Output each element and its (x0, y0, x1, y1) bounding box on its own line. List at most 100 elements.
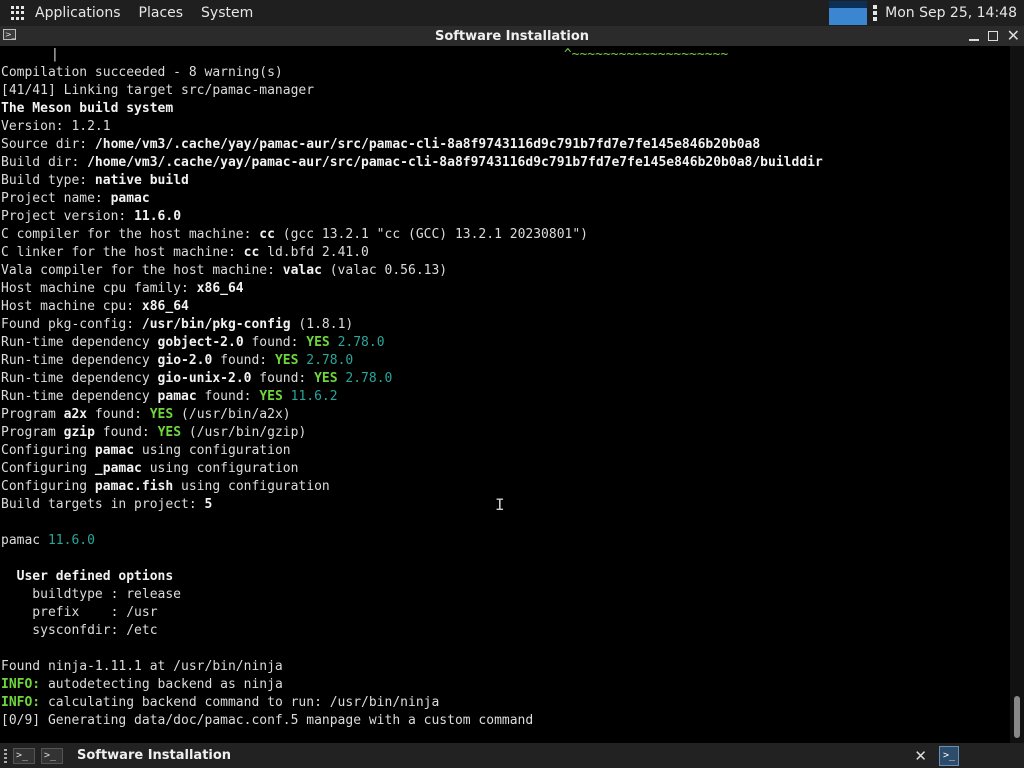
terminal-line: C linker for the host machine: cc ld.bfd… (0, 244, 1010, 262)
terminal-top-line: | ^~~~~~~~~~~~~~~~~~~~~ (0, 46, 1010, 64)
terminal-text: 11.6.0 (134, 209, 182, 224)
terminal-text: using configuration (141, 461, 299, 476)
terminal-line: Vala compiler for the host machine: vala… (0, 262, 1010, 280)
terminal-text: gzip (63, 425, 95, 440)
terminal-text: a2x (63, 407, 88, 422)
terminal-line: [0/9] Generating data/doc/pamac.conf.5 m… (0, 712, 1010, 730)
top-panel: Applications Places System Mon Sep 25, 1… (0, 0, 1024, 26)
terminal-text: Found ninja-1.11.1 at /usr/bin/ninja (1, 659, 283, 674)
terminal-line: Source dir: /home/vm3/.cache/yay/pamac-a… (0, 136, 1010, 154)
terminal-line: Program a2x found: YES (/usr/bin/a2x) (0, 406, 1010, 424)
terminal-text: 5 (204, 497, 213, 512)
terminal-top-marker: | (51, 47, 59, 62)
terminal-output[interactable]: | ^~~~~~~~~~~~~~~~~~~~~ Compilation succe… (0, 46, 1010, 743)
terminal-line: sysconfdir: /etc (0, 622, 1010, 640)
terminal-text: Build type: (1, 173, 95, 188)
overflow-menu-icon[interactable] (873, 5, 878, 21)
terminal-line: Compilation succeeded - 8 warning(s) (0, 64, 1010, 82)
terminal-text: YES (314, 371, 338, 386)
terminal-line: Configuring pamac.fish using configurati… (0, 478, 1010, 496)
text-cursor-icon: I (495, 495, 505, 514)
terminal-text: found: (251, 371, 315, 386)
terminal-text: using configuration (173, 479, 330, 494)
terminal-text: /usr/bin/pkg-config (141, 317, 291, 332)
terminal-text: buildtype : release (1, 587, 182, 602)
taskbar-close-icon[interactable]: ✕ (914, 747, 927, 765)
window-title: Software Installation (434, 28, 590, 44)
menu-places[interactable]: Places (139, 0, 184, 26)
active-terminal-icon[interactable]: >_ (939, 745, 959, 766)
terminal-text: YES (274, 353, 299, 368)
terminal-line: Host machine cpu family: x86_64 (0, 280, 1010, 298)
terminal-line: INFO: calculating backend command to run… (0, 694, 1010, 712)
terminal-text: prefix : /usr (1, 605, 158, 620)
minimize-button[interactable] (968, 39, 979, 41)
terminal-text: gio-unix-2.0 (157, 371, 252, 386)
close-button[interactable]: ✕ (1007, 28, 1020, 44)
taskbar-task-label[interactable]: Software Installation (77, 748, 231, 763)
terminal-task-icon[interactable]: >_ (41, 747, 63, 764)
maximize-button[interactable] (987, 31, 998, 41)
terminal-text: pamac (157, 389, 197, 404)
scrollbar-thumb[interactable] (1014, 696, 1020, 738)
terminal-line: Configuring pamac using configuration (0, 442, 1010, 460)
terminal-text: sysconfdir: /etc (1, 623, 158, 638)
terminal-text: Configuring (1, 461, 95, 476)
terminal-line: prefix : /usr (0, 604, 1010, 622)
terminal-text: Run-time dependency (1, 353, 158, 368)
terminal-text: Run-time dependency (1, 335, 158, 350)
terminal-text: 11.6.0 (47, 533, 95, 548)
terminal-text: Build targets in project: (1, 497, 205, 512)
terminal-text: native build (94, 173, 189, 188)
terminal-text: /home/vm3/.cache/yay/pamac-aur/src/pamac… (94, 137, 761, 152)
clock[interactable]: Mon Sep 25, 14:48 (885, 5, 1017, 21)
terminal-text: C compiler for the host machine: (1, 227, 260, 242)
taskbar-handle-icon[interactable] (4, 748, 7, 763)
menu-system[interactable]: System (201, 0, 253, 26)
terminal-line: pamac 11.6.0 (0, 532, 1010, 550)
terminal-text: Project version: (1, 209, 135, 224)
terminal-text: (1.8.1) (290, 317, 354, 332)
menu-applications[interactable]: Applications (35, 0, 121, 26)
terminal-text: [0/9] Generating data/doc/pamac.conf.5 m… (1, 713, 534, 728)
terminal-text: found: (94, 425, 158, 440)
terminal-icon[interactable]: >_ (3, 29, 16, 40)
terminal-text: found: (196, 389, 260, 404)
terminal-text: cc (259, 227, 275, 242)
terminal-text: Configuring (1, 479, 95, 494)
terminal-line: User defined options (0, 568, 1010, 586)
window-titlebar[interactable]: >_ Software Installation ✕ (0, 26, 1024, 46)
terminal-text: Vala compiler for the host machine: (1, 263, 283, 278)
system-monitor-icon[interactable] (829, 1, 868, 25)
terminal-launcher-icon[interactable]: >_ (13, 747, 35, 764)
terminal-scrollbar[interactable] (1010, 46, 1024, 743)
terminal-line: Found pkg-config: /usr/bin/pkg-config (1… (0, 316, 1010, 334)
terminal-text: /home/vm3/.cache/yay/pamac-aur/src/pamac… (87, 155, 823, 170)
terminal-text: YES (157, 425, 182, 440)
terminal-text: pamac (110, 191, 150, 206)
apps-grid-icon[interactable] (11, 6, 25, 20)
terminal-text: The Meson build system (1, 101, 174, 116)
terminal-line: Run-time dependency gio-2.0 found: YES 2… (0, 352, 1010, 370)
terminal-text: YES (259, 389, 283, 404)
terminal-text: YES (306, 335, 330, 350)
terminal-text: User defined options (1, 569, 174, 584)
terminal-text: found: (243, 335, 307, 350)
terminal-line: [41/41] Linking target src/pamac-manager (0, 82, 1010, 100)
terminal-text: _pamac (94, 461, 142, 476)
terminal-text: Project name: (1, 191, 111, 206)
terminal-line: Build targets in project: 5 (0, 496, 1010, 514)
terminal-top-tildes: ^~~~~~~~~~~~~~~~~~~~~ (563, 47, 729, 62)
terminal-line: Found ninja-1.11.1 at /usr/bin/ninja (0, 658, 1010, 676)
terminal-text: (/usr/bin/a2x) (173, 407, 291, 422)
terminal-text: Host machine cpu family: (1, 281, 197, 296)
terminal-text: valac (282, 263, 322, 278)
terminal-text: pamac (94, 443, 135, 458)
terminal-line: buildtype : release (0, 586, 1010, 604)
terminal-line: Project version: 11.6.0 (0, 208, 1010, 226)
terminal-line: Version: 1.2.1 (0, 118, 1010, 136)
terminal-text: cc (243, 245, 260, 260)
